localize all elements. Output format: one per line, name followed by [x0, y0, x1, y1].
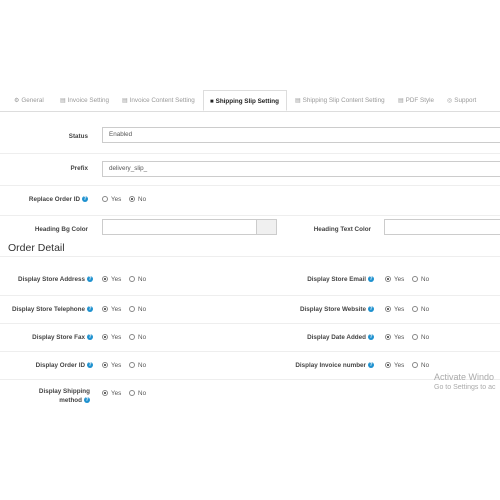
radio-yes[interactable]	[102, 334, 108, 341]
display-date-added-label: Display Date Added?	[307, 334, 374, 341]
display-invoice-number-radios: Yes No	[385, 362, 435, 369]
display-store-address-label: Display Store Address?	[18, 276, 93, 283]
truck-icon: ■	[210, 99, 214, 105]
help-icon[interactable]: ?	[87, 334, 93, 341]
heading-bg-color-swatch[interactable]	[256, 219, 277, 235]
order-detail-row: Display Order ID? Yes No Display Invoice…	[0, 351, 500, 380]
tab-invoice-content-setting[interactable]: ▤ Invoice Content Setting	[122, 92, 195, 110]
display-store-telephone-label: Display Store Telephone?	[11, 306, 93, 313]
heading-bg-color-label: Heading Bg Color	[34, 226, 88, 233]
display-shipping-method-label: Display Shipping method?	[38, 388, 90, 404]
order-detail-row: Display Store Telephone? Yes No Display …	[0, 295, 500, 324]
radio-no[interactable]	[129, 390, 136, 397]
life-ring-icon: ◎	[447, 98, 453, 104]
file-icon: ▤	[60, 98, 66, 104]
section-title-order-detail: Order Detail	[8, 242, 65, 254]
radio-no[interactable]	[412, 276, 419, 283]
prefix-row: Prefix delivery_slip_	[0, 153, 500, 184]
file-text-icon: ▤	[295, 98, 301, 104]
gear-icon: ⚙	[14, 98, 20, 104]
tab-shipping-slip-setting[interactable]: ■ Shipping Slip Setting	[203, 90, 287, 111]
tab-bar: ⚙ General ▤ Invoice Setting ▤ Invoice Conte…	[0, 89, 500, 112]
radio-yes[interactable]	[385, 362, 391, 369]
tab-shipping-slip-content-setting[interactable]: ▤ Shipping Slip Content Setting	[295, 92, 385, 110]
settings-panel: ⚙ General ▤ Invoice Setting ▤ Invoice Conte…	[0, 89, 500, 407]
help-icon[interactable]: ?	[368, 334, 374, 341]
divider	[0, 256, 500, 257]
order-detail-row: Display Store Address? Yes No Display St…	[0, 266, 500, 294]
activate-windows-subtitle: Go to Settings to ac	[434, 384, 496, 391]
radio-no[interactable]	[412, 306, 419, 313]
help-icon[interactable]: ?	[368, 362, 374, 369]
heading-text-color-input[interactable]	[384, 219, 500, 235]
heading-bg-color-input[interactable]	[102, 219, 257, 235]
radio-no[interactable]	[129, 196, 136, 203]
replace-order-id-radios: Yes No	[102, 196, 152, 203]
status-row: Status Enabled	[0, 122, 500, 152]
replace-order-id-row: Replace Order ID? Yes No	[0, 185, 500, 215]
display-shipping-method-radios: Yes No	[102, 390, 152, 397]
radio-no[interactable]	[129, 276, 136, 283]
display-order-id-label: Display Order ID?	[35, 362, 93, 369]
status-select[interactable]: Enabled	[102, 127, 500, 143]
tab-pdf-style[interactable]: ▤ PDF Style	[398, 92, 434, 110]
radio-yes[interactable]	[385, 334, 391, 341]
radio-yes[interactable]	[102, 196, 108, 203]
radio-yes[interactable]	[385, 306, 391, 313]
radio-yes[interactable]	[102, 276, 108, 283]
help-icon[interactable]: ?	[368, 306, 374, 313]
radio-yes[interactable]	[102, 362, 108, 369]
display-date-added-radios: Yes No	[385, 334, 435, 341]
help-icon[interactable]: ?	[84, 397, 90, 404]
radio-no[interactable]	[129, 306, 136, 313]
heading-text-color-label: Heading Text Color	[313, 226, 371, 233]
display-store-website-label: Display Store Website?	[299, 306, 374, 313]
tab-general[interactable]: ⚙ General	[14, 92, 44, 110]
help-icon[interactable]: ?	[82, 196, 88, 203]
order-detail-row: Display Store Fax? Yes No Display Date A…	[0, 323, 500, 352]
prefix-input[interactable]: delivery_slip_	[102, 161, 500, 177]
display-store-telephone-radios: Yes No	[102, 306, 152, 313]
display-store-fax-label: Display Store Fax?	[32, 334, 93, 341]
tab-support[interactable]: ◎ Support	[447, 92, 476, 110]
help-icon[interactable]: ?	[87, 276, 93, 283]
radio-yes[interactable]	[102, 306, 108, 313]
radio-no[interactable]	[129, 362, 136, 369]
radio-no[interactable]	[412, 362, 419, 369]
display-store-fax-radios: Yes No	[102, 334, 152, 341]
radio-yes[interactable]	[385, 276, 391, 283]
display-store-address-radios: Yes No	[102, 276, 152, 283]
radio-yes[interactable]	[102, 390, 108, 397]
heading-color-row: Heading Bg Color Heading Text Color	[0, 215, 500, 242]
status-label: Status	[68, 133, 88, 140]
pdf-icon: ▤	[398, 98, 404, 104]
radio-no[interactable]	[129, 334, 136, 341]
display-store-email-radios: Yes No	[385, 276, 435, 283]
order-detail-row: Display Shipping method? Yes No Activate…	[0, 372, 500, 407]
help-icon[interactable]: ?	[87, 306, 93, 313]
tab-invoice-setting[interactable]: ▤ Invoice Setting	[60, 92, 109, 110]
replace-order-id-label: Replace Order ID?	[28, 196, 88, 203]
display-invoice-number-label: Display Invoice number?	[295, 362, 374, 369]
prefix-label: Prefix	[70, 165, 88, 172]
display-order-id-radios: Yes No	[102, 362, 152, 369]
radio-no[interactable]	[412, 334, 419, 341]
help-icon[interactable]: ?	[87, 362, 93, 369]
activate-windows-title: Activate Windo	[434, 372, 495, 382]
file-text-icon: ▤	[122, 98, 128, 104]
display-store-email-label: Display Store Email?	[307, 276, 374, 283]
display-store-website-radios: Yes No	[385, 306, 435, 313]
help-icon[interactable]: ?	[368, 276, 374, 283]
